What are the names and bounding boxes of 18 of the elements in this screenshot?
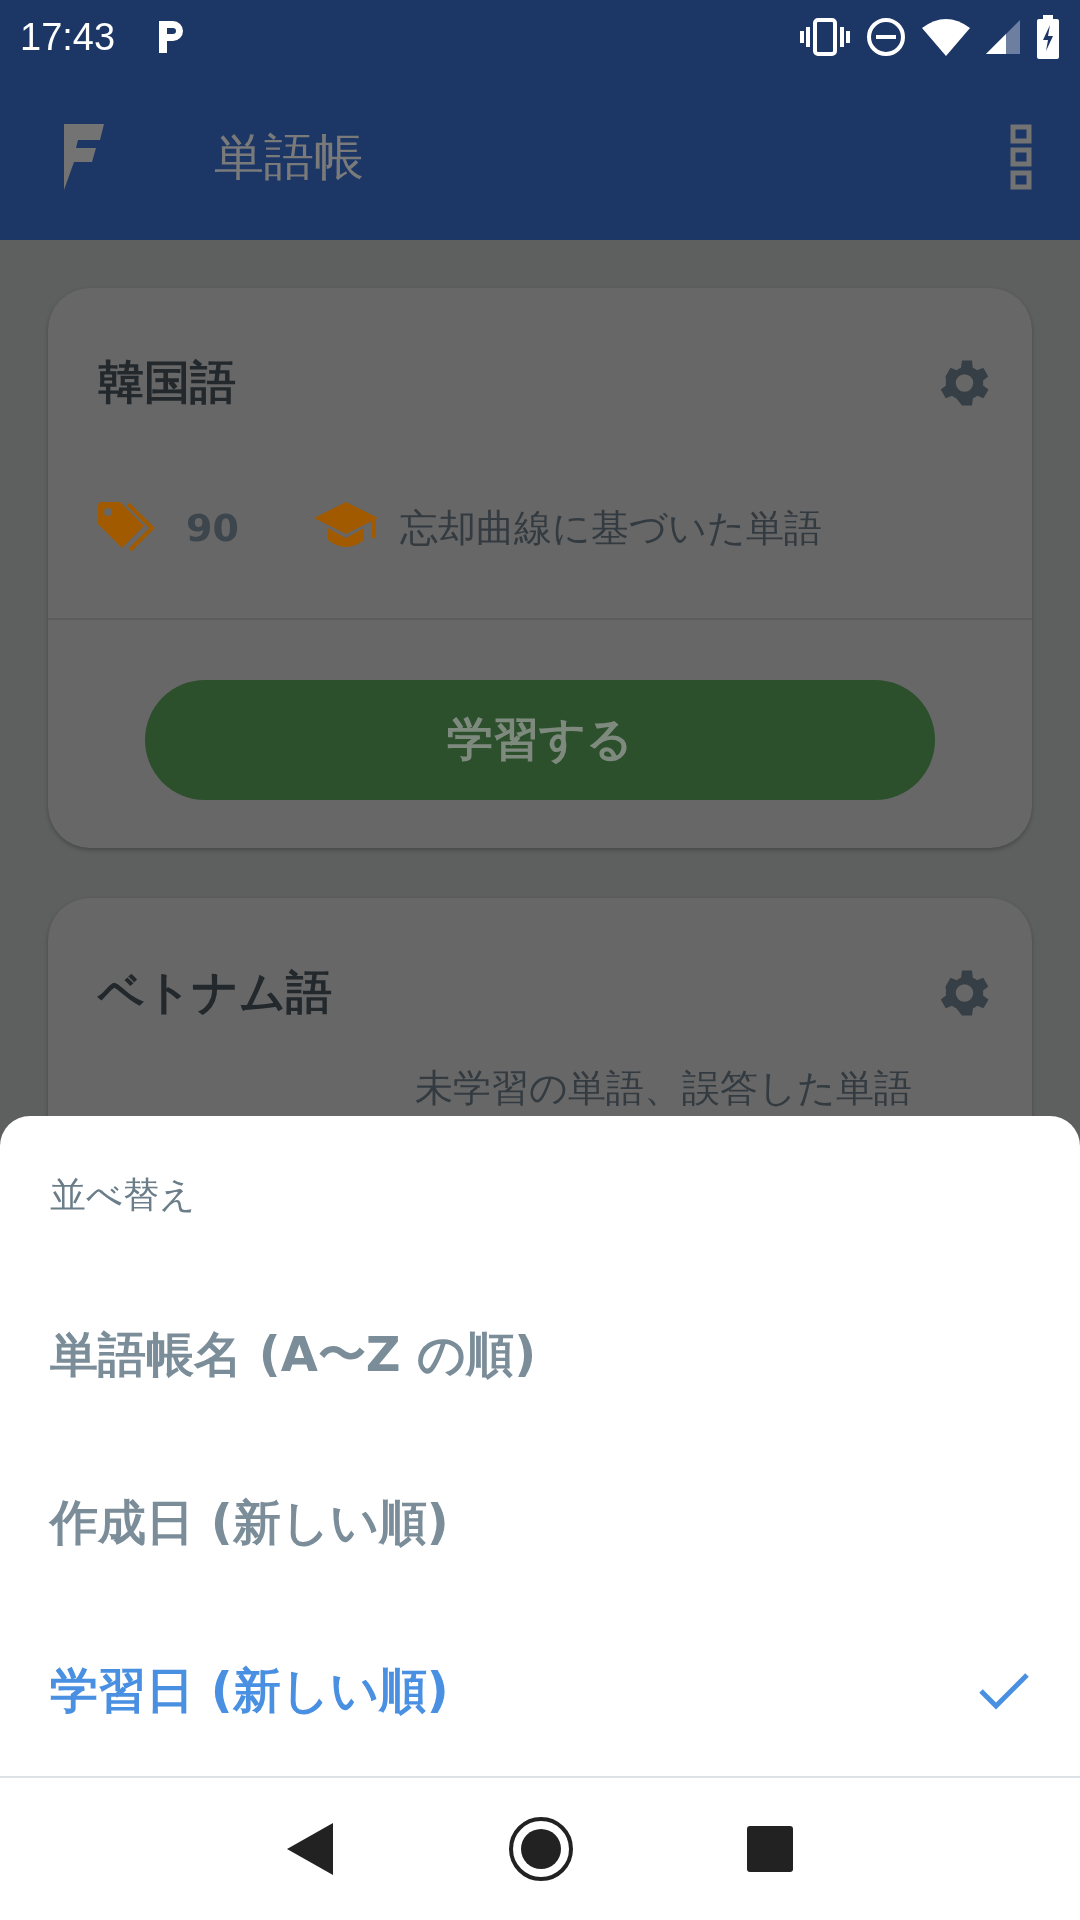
- more-options-icon[interactable]: [1010, 124, 1032, 190]
- check-icon: [978, 1671, 1030, 1711]
- sort-option[interactable]: 単語帳名 (A〜Z の順): [0, 1271, 1080, 1439]
- deck-name: ベトナム語: [98, 964, 332, 1021]
- study-button[interactable]: 学習する: [145, 680, 935, 800]
- recents-icon[interactable]: [747, 1826, 794, 1872]
- deck-name: 韓国語: [98, 354, 236, 411]
- back-icon[interactable]: [286, 1823, 335, 1875]
- battery-icon: [1036, 15, 1060, 59]
- home-icon[interactable]: [508, 1816, 574, 1882]
- signal-icon: [986, 20, 1020, 54]
- sort-option[interactable]: 学習日 (新しい順): [0, 1607, 1080, 1775]
- app-title: 単語帳: [214, 126, 364, 188]
- clock-time: 17:43: [20, 15, 116, 59]
- sort-option[interactable]: 作成日 (新しい順): [0, 1439, 1080, 1607]
- vibrate-icon: [800, 17, 850, 57]
- wifi-icon: [922, 18, 970, 56]
- do-not-disturb-icon: [866, 17, 906, 57]
